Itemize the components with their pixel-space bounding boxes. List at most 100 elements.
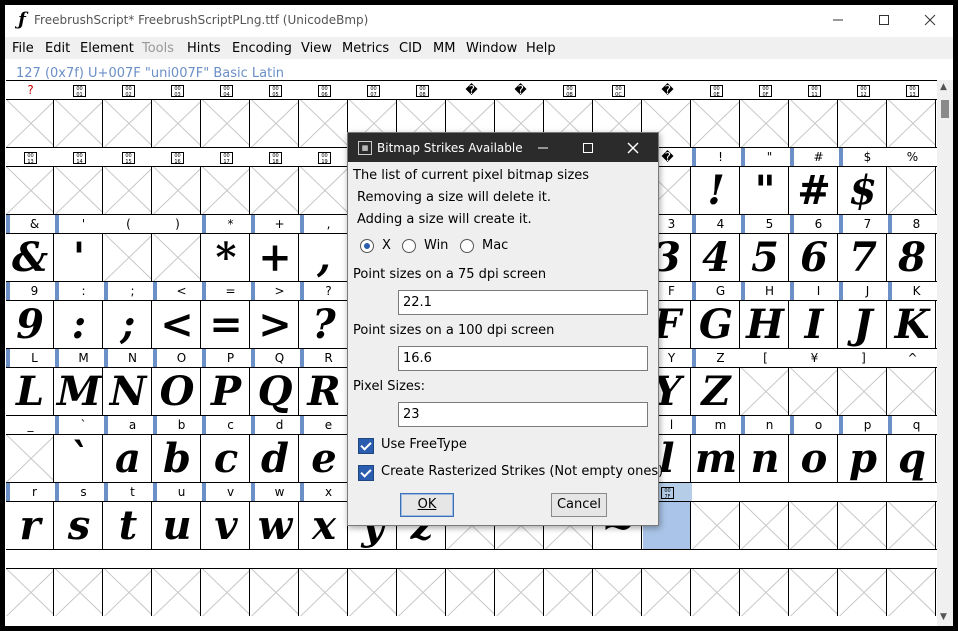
glyph-cell[interactable] (55, 167, 103, 214)
scroll-thumb[interactable] (941, 100, 949, 118)
menu-element[interactable]: Element (80, 41, 134, 56)
glyph-cell[interactable] (790, 502, 838, 549)
menu-help[interactable]: Help (526, 41, 556, 56)
radio-win-indicator[interactable] (402, 239, 416, 253)
glyph-cell[interactable] (839, 502, 887, 549)
glyph-cell[interactable]: 8 (888, 234, 936, 281)
menu-mm[interactable]: MM (433, 41, 455, 56)
menu-file[interactable]: File (12, 41, 34, 56)
glyph-cell[interactable]: ? (300, 301, 348, 348)
glyph-cell[interactable] (300, 100, 348, 147)
glyph-cell[interactable] (594, 569, 642, 616)
glyph-cell[interactable]: H (741, 301, 789, 348)
glyph-cell[interactable]: 9 (6, 301, 54, 348)
dialog-maximize-button[interactable] (568, 133, 608, 162)
glyph-cell[interactable] (251, 100, 299, 147)
glyph-cell[interactable]: # (790, 167, 838, 214)
glyph-cell[interactable]: * (202, 234, 250, 281)
glyph-cell[interactable] (104, 234, 152, 281)
glyph-cell[interactable] (398, 569, 446, 616)
glyph-cell[interactable] (6, 100, 54, 147)
glyph-cell[interactable]: 7 (839, 234, 887, 281)
glyph-cell[interactable]: " (741, 167, 789, 214)
menu-metrics[interactable]: Metrics (342, 41, 389, 56)
glyph-cell[interactable]: & (6, 234, 54, 281)
glyph-cell[interactable] (104, 569, 152, 616)
glyph-cell[interactable]: , (300, 234, 348, 281)
glyph-cell[interactable] (839, 100, 887, 147)
glyph-cell[interactable]: d (251, 435, 299, 482)
glyph-cell[interactable] (251, 569, 299, 616)
glyph-cell[interactable] (6, 569, 54, 616)
glyph-cell[interactable]: ' (55, 234, 103, 281)
glyph-cell[interactable]: e (300, 435, 348, 482)
ok-button[interactable]: OK (400, 493, 454, 517)
glyph-cell[interactable]: m (692, 435, 740, 482)
close-button[interactable] (907, 5, 953, 35)
glyph-cell[interactable]: a (104, 435, 152, 482)
glyph-cell[interactable]: + (251, 234, 299, 281)
glyph-cell[interactable]: R (300, 368, 348, 415)
glyph-cell[interactable]: w (251, 502, 299, 549)
scroll-up-icon[interactable]: ▲ (940, 82, 947, 92)
glyph-cell[interactable]: > (251, 301, 299, 348)
glyph-cell[interactable] (888, 569, 936, 616)
glyph-cell[interactable]: Q (251, 368, 299, 415)
menu-encoding[interactable]: Encoding (232, 41, 292, 56)
scroll-down-icon[interactable]: ▼ (940, 612, 947, 622)
glyph-cell[interactable] (6, 435, 54, 482)
glyph-cell[interactable] (692, 100, 740, 147)
glyph-cell[interactable]: ; (104, 301, 152, 348)
glyph-cell[interactable] (741, 502, 789, 549)
menu-view[interactable]: View (301, 41, 332, 56)
glyph-cell[interactable] (790, 100, 838, 147)
glyph-cell[interactable] (153, 234, 201, 281)
glyph-cell[interactable]: L (6, 368, 54, 415)
checkbox-checked-icon[interactable] (358, 465, 374, 481)
pixel-sizes-input[interactable] (398, 402, 648, 427)
glyph-cell[interactable] (349, 569, 397, 616)
glyph-cell[interactable] (300, 167, 348, 214)
glyph-cell[interactable] (202, 100, 250, 147)
glyph-cell[interactable] (447, 569, 495, 616)
glyph-cell[interactable]: Z (692, 368, 740, 415)
glyph-cell[interactable] (839, 569, 887, 616)
glyph-cell[interactable] (251, 167, 299, 214)
glyph-cell[interactable] (104, 167, 152, 214)
glyph-cell[interactable] (496, 569, 544, 616)
glyph-cell[interactable]: ` (55, 435, 103, 482)
glyph-cell[interactable] (888, 368, 936, 415)
glyph-cell[interactable]: x (300, 502, 348, 549)
glyph-cell[interactable]: s (55, 502, 103, 549)
glyph-cell[interactable] (839, 368, 887, 415)
cancel-button[interactable]: Cancel (551, 493, 607, 517)
glyph-cell[interactable] (741, 100, 789, 147)
glyph-cell[interactable] (692, 569, 740, 616)
glyph-cell[interactable] (692, 502, 740, 549)
glyph-cell[interactable]: v (202, 502, 250, 549)
glyph-cell[interactable]: r (6, 502, 54, 549)
glyph-cell[interactable]: c (202, 435, 250, 482)
glyph-cell[interactable]: 6 (790, 234, 838, 281)
glyph-cell[interactable]: 5 (741, 234, 789, 281)
glyph-cell[interactable] (153, 569, 201, 616)
glyph-cell[interactable]: J (839, 301, 887, 348)
glyph-cell[interactable] (6, 167, 54, 214)
glyph-cell[interactable]: : (55, 301, 103, 348)
menu-window[interactable]: Window (466, 41, 517, 56)
glyph-cell[interactable]: $ (839, 167, 887, 214)
glyph-cell[interactable]: p (839, 435, 887, 482)
dialog-minimize-button[interactable] (523, 133, 563, 162)
glyph-cell[interactable] (790, 569, 838, 616)
dialog-title-bar[interactable]: ▦ Bitmap Strikes Available (348, 133, 658, 162)
glyph-cell[interactable]: P (202, 368, 250, 415)
checkbox-checked-icon[interactable] (358, 438, 374, 454)
glyph-cell[interactable] (888, 502, 936, 549)
glyph-cell[interactable]: 4 (692, 234, 740, 281)
menu-hints[interactable]: Hints (187, 41, 221, 56)
glyph-cell[interactable]: ! (692, 167, 740, 214)
radio-mac-indicator[interactable] (460, 239, 474, 253)
point-sizes-75dpi-input[interactable] (398, 290, 648, 315)
glyph-cell[interactable] (55, 100, 103, 147)
radio-x-indicator[interactable] (360, 239, 374, 253)
